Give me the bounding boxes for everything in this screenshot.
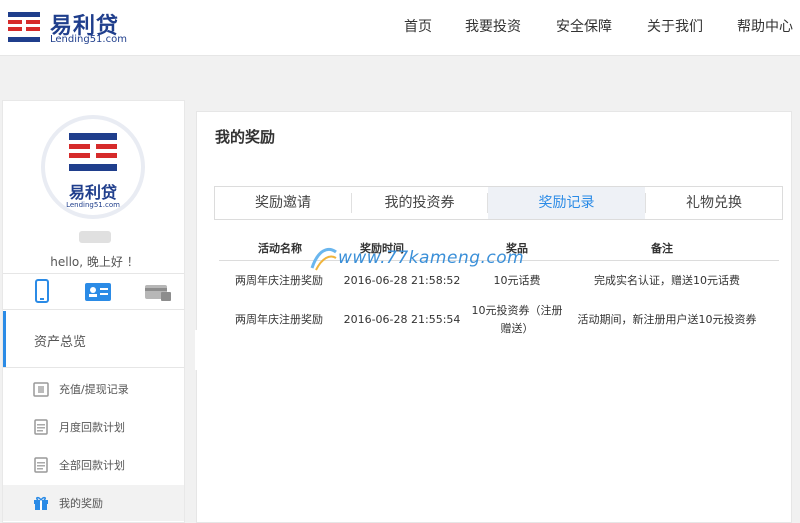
tab-invite-rewards[interactable]: 奖励邀请 <box>215 187 351 219</box>
table-cell-time: 2016-06-28 21:55:54 <box>343 313 461 326</box>
menu-monthly-plan[interactable]: 月度回款计划 <box>3 409 184 445</box>
id-card-icon[interactable] <box>85 283 111 301</box>
divider <box>3 309 184 310</box>
menu-label: 全部回款计划 <box>59 459 125 472</box>
nav-security[interactable]: 安全保障 <box>556 16 612 36</box>
table-cell-note: 完成实名认证，赠送10元话费 <box>594 274 740 287</box>
document-icon <box>34 419 48 435</box>
tab-my-coupons[interactable]: 我的投资券 <box>352 187 487 219</box>
menu-label: 我的奖励 <box>59 497 103 510</box>
tab-gift-exchange[interactable]: 礼物兑换 <box>646 187 782 219</box>
table-cell-activity: 两周年庆注册奖励 <box>235 274 323 287</box>
table-cell-activity: 两周年庆注册奖励 <box>235 313 323 326</box>
avatar-domain-text: Lending51.com <box>66 201 120 209</box>
top-header: 易利贷 Lending51.com 首页 我要投资 安全保障 关于我们 帮助中心 <box>0 0 800 56</box>
bank-card-icon[interactable] <box>145 285 171 301</box>
divider <box>3 367 184 368</box>
menu-full-plan[interactable]: 全部回款计划 <box>3 447 184 483</box>
divider <box>3 273 184 274</box>
menu-asset-overview[interactable]: 资产总览 <box>3 311 184 367</box>
avatar-logo-icon <box>69 133 117 171</box>
gift-icon <box>34 496 48 510</box>
account-sidebar: 易利贷 Lending51.com hello, 晚上好 ！ 资产总览 充值/提… <box>2 100 185 523</box>
page-band <box>0 57 800 99</box>
avatar-brand-text: 易利贷 <box>68 183 117 202</box>
column-header-note: 备注 <box>651 242 673 255</box>
logo-domain: Lending51.com <box>50 34 127 45</box>
site-logo[interactable]: 易利贷 Lending51.com <box>6 6 146 48</box>
rewards-tabs: 奖励邀请 我的投资券 奖励记录 礼物兑换 <box>214 186 783 220</box>
rewards-panel: 我的奖励 奖励邀请 我的投资券 奖励记录 礼物兑换 活动名称 奖励时间 奖品 备… <box>196 111 792 523</box>
page-title: 我的奖励 <box>215 128 276 146</box>
username-blurred <box>79 231 111 243</box>
table-cell-time: 2016-06-28 21:58:52 <box>343 274 461 287</box>
menu-asset-overview-label: 资产总览 <box>34 335 87 350</box>
nav-about[interactable]: 关于我们 <box>647 16 703 36</box>
phone-icon[interactable] <box>35 279 49 303</box>
menu-label: 月度回款计划 <box>59 421 125 434</box>
column-header-time: 奖励时间 <box>360 242 404 255</box>
table-cell-note: 活动期间，新注册用户送10元投资券 <box>577 313 757 326</box>
menu-recharge-withdraw[interactable]: 充值/提现记录 <box>3 371 184 407</box>
menu-my-rewards[interactable]: 我的奖励 <box>3 485 184 521</box>
table-cell-prize: 10元话费 <box>493 274 541 287</box>
column-header-activity: 活动名称 <box>258 242 302 255</box>
nav-invest[interactable]: 我要投资 <box>465 16 521 36</box>
column-header-prize: 奖品 <box>506 242 528 255</box>
logo-mark-icon <box>8 12 40 42</box>
avatar[interactable]: 易利贷 Lending51.com <box>41 115 145 219</box>
blank-region <box>195 330 395 370</box>
greeting-text: hello, 晚上好 ！ <box>50 255 139 269</box>
record-icon <box>33 382 49 397</box>
menu-label: 充值/提现记录 <box>59 383 129 396</box>
table-header-divider <box>219 260 779 261</box>
tab-reward-records[interactable]: 奖励记录 <box>488 187 645 219</box>
nav-help[interactable]: 帮助中心 <box>737 16 793 36</box>
nav-home[interactable]: 首页 <box>404 16 432 36</box>
document-icon <box>34 457 48 473</box>
table-cell-prize: 10元投资券（注册赠送） <box>471 304 563 335</box>
